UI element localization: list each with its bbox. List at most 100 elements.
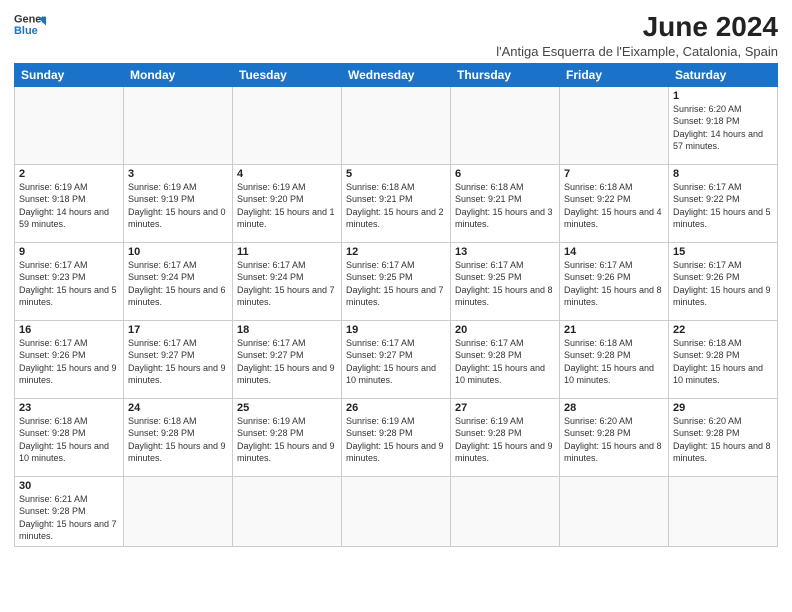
- day-info: Sunrise: 6:21 AMSunset: 9:28 PMDaylight:…: [19, 493, 119, 543]
- day-number: 26: [346, 402, 446, 414]
- table-row: 16Sunrise: 6:17 AMSunset: 9:26 PMDayligh…: [15, 320, 124, 398]
- day-number: 18: [237, 324, 337, 336]
- table-row: 30Sunrise: 6:21 AMSunset: 9:28 PMDayligh…: [15, 476, 124, 546]
- day-number: 7: [564, 168, 664, 180]
- day-info: Sunrise: 6:17 AMSunset: 9:26 PMDaylight:…: [19, 337, 119, 387]
- day-number: 14: [564, 246, 664, 258]
- table-row: 15Sunrise: 6:17 AMSunset: 9:26 PMDayligh…: [669, 242, 778, 320]
- table-row: [560, 476, 669, 546]
- table-row: 23Sunrise: 6:18 AMSunset: 9:28 PMDayligh…: [15, 398, 124, 476]
- day-info: Sunrise: 6:18 AMSunset: 9:28 PMDaylight:…: [673, 337, 773, 387]
- table-row: 9Sunrise: 6:17 AMSunset: 9:23 PMDaylight…: [15, 242, 124, 320]
- header: General Blue June 2024 l'Antiga Esquerra…: [14, 10, 778, 59]
- table-row: 5Sunrise: 6:18 AMSunset: 9:21 PMDaylight…: [342, 164, 451, 242]
- table-row: [451, 476, 560, 546]
- day-number: 27: [455, 402, 555, 414]
- table-row: [233, 476, 342, 546]
- day-number: 2: [19, 168, 119, 180]
- logo: General Blue: [14, 10, 46, 38]
- header-sunday: Sunday: [15, 63, 124, 86]
- table-row: 13Sunrise: 6:17 AMSunset: 9:25 PMDayligh…: [451, 242, 560, 320]
- day-info: Sunrise: 6:17 AMSunset: 9:22 PMDaylight:…: [673, 181, 773, 231]
- day-info: Sunrise: 6:18 AMSunset: 9:21 PMDaylight:…: [346, 181, 446, 231]
- day-info: Sunrise: 6:17 AMSunset: 9:28 PMDaylight:…: [455, 337, 555, 387]
- table-row: 3Sunrise: 6:19 AMSunset: 9:19 PMDaylight…: [124, 164, 233, 242]
- day-number: 10: [128, 246, 228, 258]
- day-info: Sunrise: 6:17 AMSunset: 9:24 PMDaylight:…: [237, 259, 337, 309]
- table-row: 27Sunrise: 6:19 AMSunset: 9:28 PMDayligh…: [451, 398, 560, 476]
- table-row: [342, 476, 451, 546]
- table-row: 1Sunrise: 6:20 AMSunset: 9:18 PMDaylight…: [669, 86, 778, 164]
- day-info: Sunrise: 6:17 AMSunset: 9:27 PMDaylight:…: [237, 337, 337, 387]
- day-info: Sunrise: 6:18 AMSunset: 9:28 PMDaylight:…: [128, 415, 228, 465]
- day-info: Sunrise: 6:17 AMSunset: 9:27 PMDaylight:…: [346, 337, 446, 387]
- day-number: 9: [19, 246, 119, 258]
- header-monday: Monday: [124, 63, 233, 86]
- svg-text:Blue: Blue: [14, 25, 38, 37]
- day-number: 20: [455, 324, 555, 336]
- table-row: 28Sunrise: 6:20 AMSunset: 9:28 PMDayligh…: [560, 398, 669, 476]
- day-number: 29: [673, 402, 773, 414]
- day-number: 11: [237, 246, 337, 258]
- table-row: 29Sunrise: 6:20 AMSunset: 9:28 PMDayligh…: [669, 398, 778, 476]
- day-info: Sunrise: 6:17 AMSunset: 9:26 PMDaylight:…: [673, 259, 773, 309]
- day-number: 13: [455, 246, 555, 258]
- day-number: 16: [19, 324, 119, 336]
- day-number: 15: [673, 246, 773, 258]
- table-row: [15, 86, 124, 164]
- day-info: Sunrise: 6:17 AMSunset: 9:26 PMDaylight:…: [564, 259, 664, 309]
- day-info: Sunrise: 6:19 AMSunset: 9:28 PMDaylight:…: [346, 415, 446, 465]
- table-row: 24Sunrise: 6:18 AMSunset: 9:28 PMDayligh…: [124, 398, 233, 476]
- day-info: Sunrise: 6:18 AMSunset: 9:28 PMDaylight:…: [19, 415, 119, 465]
- day-info: Sunrise: 6:20 AMSunset: 9:18 PMDaylight:…: [673, 103, 773, 153]
- table-row: 6Sunrise: 6:18 AMSunset: 9:21 PMDaylight…: [451, 164, 560, 242]
- table-row: 22Sunrise: 6:18 AMSunset: 9:28 PMDayligh…: [669, 320, 778, 398]
- table-row: 7Sunrise: 6:18 AMSunset: 9:22 PMDaylight…: [560, 164, 669, 242]
- weekday-header-row: Sunday Monday Tuesday Wednesday Thursday…: [15, 63, 778, 86]
- day-number: 23: [19, 402, 119, 414]
- day-info: Sunrise: 6:18 AMSunset: 9:21 PMDaylight:…: [455, 181, 555, 231]
- day-number: 3: [128, 168, 228, 180]
- day-number: 28: [564, 402, 664, 414]
- day-info: Sunrise: 6:20 AMSunset: 9:28 PMDaylight:…: [564, 415, 664, 465]
- month-year: June 2024: [496, 10, 778, 44]
- table-row: [342, 86, 451, 164]
- day-info: Sunrise: 6:19 AMSunset: 9:28 PMDaylight:…: [237, 415, 337, 465]
- header-tuesday: Tuesday: [233, 63, 342, 86]
- page: General Blue June 2024 l'Antiga Esquerra…: [0, 0, 792, 612]
- table-row: 10Sunrise: 6:17 AMSunset: 9:24 PMDayligh…: [124, 242, 233, 320]
- location-subtitle: l'Antiga Esquerra de l'Eixample, Catalon…: [496, 44, 778, 59]
- day-info: Sunrise: 6:20 AMSunset: 9:28 PMDaylight:…: [673, 415, 773, 465]
- day-number: 1: [673, 90, 773, 102]
- table-row: [560, 86, 669, 164]
- day-info: Sunrise: 6:18 AMSunset: 9:28 PMDaylight:…: [564, 337, 664, 387]
- table-row: 2Sunrise: 6:19 AMSunset: 9:18 PMDaylight…: [15, 164, 124, 242]
- table-row: [669, 476, 778, 546]
- day-number: 21: [564, 324, 664, 336]
- day-info: Sunrise: 6:19 AMSunset: 9:20 PMDaylight:…: [237, 181, 337, 231]
- table-row: [451, 86, 560, 164]
- day-info: Sunrise: 6:17 AMSunset: 9:25 PMDaylight:…: [346, 259, 446, 309]
- table-row: 4Sunrise: 6:19 AMSunset: 9:20 PMDaylight…: [233, 164, 342, 242]
- day-info: Sunrise: 6:17 AMSunset: 9:25 PMDaylight:…: [455, 259, 555, 309]
- title-block: June 2024 l'Antiga Esquerra de l'Eixampl…: [496, 10, 778, 59]
- table-row: 11Sunrise: 6:17 AMSunset: 9:24 PMDayligh…: [233, 242, 342, 320]
- day-number: 5: [346, 168, 446, 180]
- day-number: 8: [673, 168, 773, 180]
- day-number: 25: [237, 402, 337, 414]
- day-number: 19: [346, 324, 446, 336]
- table-row: 20Sunrise: 6:17 AMSunset: 9:28 PMDayligh…: [451, 320, 560, 398]
- day-number: 24: [128, 402, 228, 414]
- day-info: Sunrise: 6:17 AMSunset: 9:27 PMDaylight:…: [128, 337, 228, 387]
- table-row: 12Sunrise: 6:17 AMSunset: 9:25 PMDayligh…: [342, 242, 451, 320]
- table-row: 8Sunrise: 6:17 AMSunset: 9:22 PMDaylight…: [669, 164, 778, 242]
- day-number: 6: [455, 168, 555, 180]
- table-row: 26Sunrise: 6:19 AMSunset: 9:28 PMDayligh…: [342, 398, 451, 476]
- generalblue-logo-icon: General Blue: [14, 10, 46, 38]
- header-saturday: Saturday: [669, 63, 778, 86]
- table-row: [124, 476, 233, 546]
- day-info: Sunrise: 6:17 AMSunset: 9:24 PMDaylight:…: [128, 259, 228, 309]
- day-number: 17: [128, 324, 228, 336]
- table-row: [124, 86, 233, 164]
- table-row: 19Sunrise: 6:17 AMSunset: 9:27 PMDayligh…: [342, 320, 451, 398]
